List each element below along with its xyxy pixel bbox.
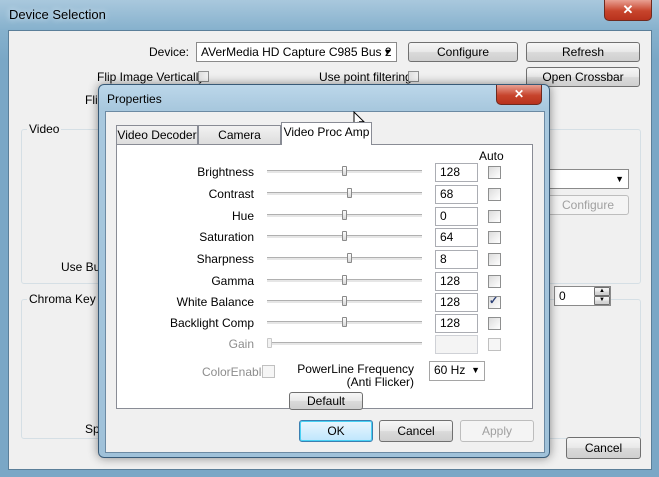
property-slider-track[interactable] [267,257,422,261]
close-icon: ✕ [513,87,525,101]
dialog-client-area: Video Decoder Camera Control Video Proc … [105,111,545,453]
property-auto-checkbox[interactable] [488,275,501,288]
cancel-button[interactable]: Cancel [379,420,453,442]
property-label: Hue [231,209,254,223]
property-slider-thumb[interactable] [342,275,347,285]
color-enable-checkbox[interactable] [262,365,275,378]
property-value-field[interactable]: 64 [435,228,478,247]
spin-up-button[interactable]: ▲ [594,287,610,296]
tab-video-decoder[interactable]: Video Decoder [116,125,198,145]
spin-value: 0 [559,289,566,303]
auto-header: Auto [479,149,504,163]
video-proc-amp-panel: Auto Brightness 128 Contrast 68 Hue 0 Saturati… [116,144,533,410]
property-slider-thumb[interactable] [347,253,352,263]
anti-flicker-label: (Anti Flicker) [346,375,414,389]
property-label: Sharpness [196,252,254,266]
spin-up-icon: ▲ [599,288,605,294]
video-format-dropdown[interactable]: ▼ [547,169,629,189]
chevron-down-icon: ▼ [471,365,480,375]
close-icon: ✕ [622,2,634,17]
property-value-field[interactable]: 0 [435,207,478,226]
color-enable-label: ColorEnable [202,365,269,379]
dialog-close-button[interactable]: ✕ [496,85,542,105]
property-slider-thumb[interactable] [342,317,347,327]
property-auto-checkbox[interactable] [488,338,501,351]
dialog-title: Properties [107,92,162,106]
chroma-key-group-title: Chroma Key [27,292,98,306]
property-label: White Balance [176,295,254,309]
property-auto-checkbox[interactable] [488,294,501,309]
property-value-field[interactable]: 128 [435,293,478,312]
property-label: Backlight Comp [169,316,254,330]
tab-camera-control[interactable]: Camera Control [198,125,281,160]
property-slider-thumb[interactable] [342,296,347,306]
property-auto-checkbox[interactable] [488,188,501,201]
apply-button[interactable]: Apply [460,420,534,442]
property-slider-thumb[interactable] [342,166,347,176]
property-slider-thumb[interactable] [342,210,347,220]
chevron-down-icon: ▼ [615,174,624,184]
property-label: Contrast [208,187,254,201]
point-filtering-label: Use point filtering [319,70,412,84]
property-slider-thumb[interactable] [347,188,352,198]
property-slider-thumb[interactable] [267,338,272,348]
property-value-field[interactable]: 68 [435,185,478,204]
video-configure-button[interactable]: Configure [547,195,629,215]
property-value-field[interactable]: 128 [435,314,478,333]
chevron-down-icon: ▼ [383,47,392,57]
device-label: Device: [148,45,189,59]
device-value: AVerMedia HD Capture C985 Bus 2 [201,45,392,59]
window-close-button[interactable]: ✕ [604,0,652,21]
property-value-field[interactable]: 128 [435,163,478,182]
property-auto-checkbox[interactable] [488,231,501,244]
default-button[interactable]: Default [289,392,363,410]
video-group-title: Video [27,122,62,136]
window-title: Device Selection [9,7,106,22]
property-auto-checkbox[interactable] [488,253,501,266]
property-slider-thumb[interactable] [342,231,347,241]
property-value-field[interactable]: 8 [435,250,478,269]
property-label: Gain [228,337,254,351]
property-label: Brightness [197,165,254,179]
outer-cancel-button[interactable]: Cancel [566,437,641,459]
property-label: Saturation [199,230,254,244]
property-label: Gamma [211,274,254,288]
flip-vertical-label: Flip Image Vertically [97,70,205,84]
property-auto-checkbox[interactable] [488,166,501,179]
device-dropdown[interactable]: AVerMedia HD Capture C985 Bus 2 ▼ [196,42,397,62]
refresh-button[interactable]: Refresh [526,42,640,62]
property-value-field[interactable] [435,335,478,354]
property-slider-track[interactable] [267,192,422,196]
flip-vertical-checkbox[interactable] [198,71,209,82]
properties-dialog: Properties ✕ Video Decoder Camera Contro… [98,84,550,458]
powerline-frequency-value: 60 Hz [434,363,466,377]
powerline-label: PowerLine Frequency [297,362,414,376]
property-auto-checkbox[interactable] [488,210,501,223]
property-value-field[interactable]: 128 [435,272,478,291]
spin-down-button[interactable]: ▼ [594,296,610,305]
property-slider-track[interactable] [267,342,422,346]
ok-button[interactable]: OK [299,420,373,442]
configure-button[interactable]: Configure [408,42,518,62]
tab-video-proc-amp[interactable]: Video Proc Amp [281,122,372,145]
property-auto-checkbox[interactable] [488,317,501,330]
point-filtering-checkbox[interactable] [408,71,419,82]
powerline-frequency-dropdown[interactable]: 60 Hz ▼ [429,361,485,381]
spin-down-icon: ▼ [599,297,605,303]
